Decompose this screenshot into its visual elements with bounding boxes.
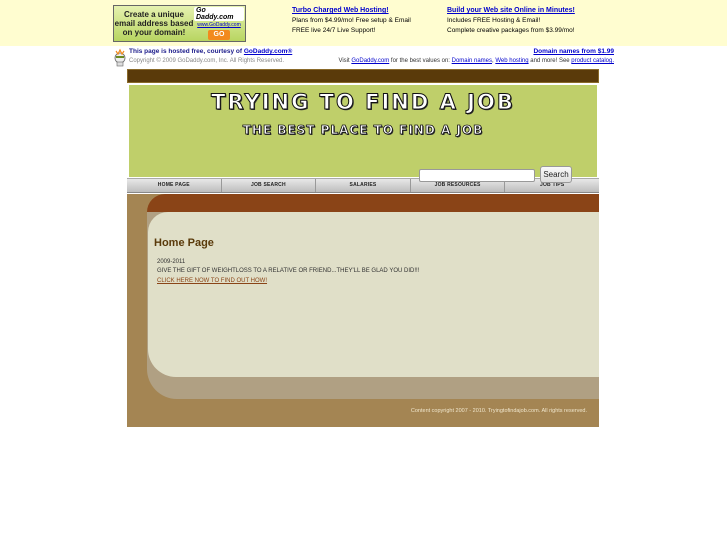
visit-godaddy-line: Visit GoDaddy.com for the best values on… xyxy=(338,58,614,64)
promo-text: GIVE THE GIFT OF WEIGHTLOSS TO A RELATIV… xyxy=(157,268,420,274)
visit-mid: for the best values on: xyxy=(389,58,452,64)
site-header: TRYING TO FIND A JOB THE BEST PLACE TO F… xyxy=(129,85,597,177)
site-footer-copyright: Content copyright 2007 - 2010. Tryingtof… xyxy=(410,408,587,414)
godaddy-mascot-icon xyxy=(114,48,126,67)
go-button[interactable]: GO xyxy=(208,30,230,40)
godaddy-link[interactable]: GoDaddy.com® xyxy=(244,48,292,55)
promo-web-hosting-link[interactable]: Turbo Charged Web Hosting! xyxy=(292,6,411,16)
product-catalog-link[interactable]: product catalog. xyxy=(571,58,614,64)
promo-line: Includes FREE Hosting & Email! xyxy=(447,17,541,24)
content-frame: Home Page 2009-2011 GIVE THE GIFT OF WEI… xyxy=(127,194,599,427)
nav-job-search[interactable]: JOB SEARCH xyxy=(222,179,317,192)
promo-line: FREE live 24/7 Live Support! xyxy=(292,27,376,34)
email-ad-text: Create a unique email address based on y… xyxy=(114,10,194,37)
domain-names-link-2[interactable]: Domain names xyxy=(452,58,492,64)
site-tagline: THE BEST PLACE TO FIND A JOB xyxy=(242,123,484,138)
content-top-band xyxy=(147,194,599,212)
ad-bar: Create a unique email address based on y… xyxy=(0,0,727,46)
hosted-notice-text: This page is hosted free, courtesy of Go… xyxy=(129,48,292,55)
visit-suffix: and more! See xyxy=(528,58,572,64)
godaddy-logo: Go Daddy.com xyxy=(194,7,244,21)
godaddy-ad-logo-box: Go Daddy.com www.GoDaddy.com GO xyxy=(194,7,244,40)
web-hosting-link[interactable]: Web hosting xyxy=(495,58,528,64)
top-band xyxy=(127,69,599,83)
godaddy-copyright: Copyright © 2009 GoDaddy.com, Inc. All R… xyxy=(129,58,285,64)
visit-prefix: Visit xyxy=(338,58,352,64)
search-input[interactable] xyxy=(419,169,535,182)
visit-godaddy-link[interactable]: GoDaddy.com xyxy=(351,58,389,64)
godaddy-url[interactable]: www.GoDaddy.com xyxy=(197,22,241,28)
promo-website-builder: Build your Web site Online in Minutes! I… xyxy=(447,6,575,36)
hosted-prefix: This page is hosted free, courtesy of xyxy=(129,48,244,55)
promo-link[interactable]: CLICK HERE NOW TO FIND OUT HOW! xyxy=(157,278,267,284)
nav-salaries[interactable]: SALARIES xyxy=(316,179,411,192)
content-panel: Home Page 2009-2011 GIVE THE GIFT OF WEI… xyxy=(148,212,599,377)
site-title: TRYING TO FIND A JOB xyxy=(211,90,515,115)
page-heading: Home Page xyxy=(154,237,214,249)
promo-line: Plans from $4.99/mo! Free setup & Email xyxy=(292,17,411,24)
site-container: TRYING TO FIND A JOB THE BEST PLACE TO F… xyxy=(127,69,599,427)
email-domain-ad-banner[interactable]: Create a unique email address based on y… xyxy=(113,5,246,42)
hosted-by-notice: This page is hosted free, courtesy of Go… xyxy=(113,47,614,67)
promo-website-builder-link[interactable]: Build your Web site Online in Minutes! xyxy=(447,6,575,16)
date-range: 2009-2011 xyxy=(157,259,186,265)
domain-names-link[interactable]: Domain names from $1.99 xyxy=(533,48,614,55)
search-button[interactable]: Search xyxy=(540,166,572,183)
promo-web-hosting: Turbo Charged Web Hosting! Plans from $4… xyxy=(292,6,411,36)
promo-line: Complete creative packages from $3.99/mo… xyxy=(447,27,575,34)
nav-home-page[interactable]: HOME PAGE xyxy=(127,179,222,192)
